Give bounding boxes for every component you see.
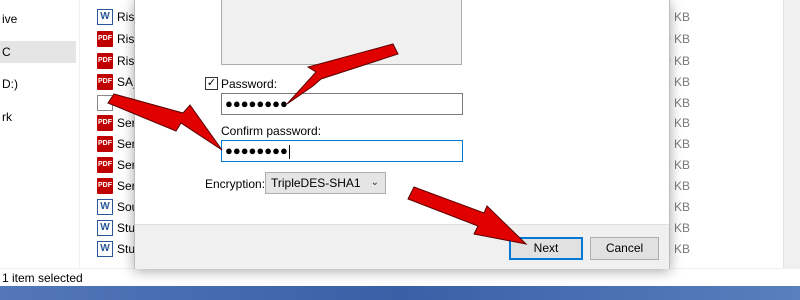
dialog-body: ✓ Password: ●●●●●●●● Confirm password: ●…	[135, 0, 669, 224]
list-item[interactable]: PDF Ser	[97, 175, 136, 197]
encrypt-export-dialog: ✓ Password: ●●●●●●●● Confirm password: ●…	[134, 0, 670, 269]
list-item[interactable]: W Stu	[97, 217, 135, 239]
confirm-password-input[interactable]: ●●●●●●●●	[221, 140, 463, 162]
word-doc-icon: W	[97, 9, 113, 25]
list-item[interactable]: PDF Ser	[97, 133, 136, 155]
nav-item-network[interactable]: rk	[0, 106, 76, 128]
file-name: Stu	[117, 242, 136, 256]
word-doc-icon: W	[97, 220, 113, 236]
file-name: Ser	[117, 179, 136, 193]
checkmark-icon: ✓	[206, 77, 217, 89]
password-value: ●●●●●●●●	[225, 96, 288, 111]
text-file-icon	[97, 95, 113, 111]
password-input[interactable]: ●●●●●●●●	[221, 93, 463, 115]
text-caret	[288, 144, 290, 159]
next-button[interactable]: Next	[509, 237, 583, 260]
word-doc-icon: W	[97, 199, 113, 215]
word-doc-icon: W	[97, 241, 113, 257]
status-text: 1 item selected	[2, 271, 83, 285]
confirm-password-value: ●●●●●●●●	[225, 143, 288, 158]
nav-item-pc[interactable]: C	[0, 41, 76, 63]
file-name: Ser	[117, 137, 136, 151]
navigation-pane: ive C D:) rk	[0, 0, 80, 268]
list-item[interactable]: PDF Ser	[97, 154, 136, 176]
encryption-label: Encryption:	[205, 177, 266, 191]
file-name: Ser	[117, 116, 136, 130]
list-item[interactable]	[97, 92, 117, 114]
encryption-select[interactable]: TripleDES-SHA1 ⌄	[265, 172, 386, 194]
list-item[interactable]: PDF Ser	[97, 112, 136, 134]
list-item[interactable]: PDF Ris	[97, 50, 134, 72]
nav-item-drive[interactable]: ive	[0, 8, 76, 30]
cancel-button[interactable]: Cancel	[590, 237, 659, 260]
nav-item-d-drive[interactable]: D:)	[0, 73, 76, 95]
pdf-icon: PDF	[97, 178, 113, 194]
preview-area	[221, 0, 462, 65]
pdf-icon: PDF	[97, 31, 113, 47]
pdf-icon: PDF	[97, 157, 113, 173]
file-name: Ris	[117, 10, 135, 24]
dialog-footer: Next Cancel	[135, 224, 669, 269]
file-name: Ser	[117, 158, 136, 172]
file-name: Stu	[117, 221, 136, 235]
encryption-value: TripleDES-SHA1	[271, 176, 361, 190]
file-name: Ris	[117, 32, 135, 46]
pdf-icon: PDF	[97, 74, 113, 90]
list-item[interactable]: W Stu	[97, 238, 135, 260]
status-bar: 1 item selected	[0, 268, 800, 287]
taskbar	[0, 286, 800, 300]
list-item[interactable]: W Ris	[97, 6, 134, 28]
password-label: Password:	[221, 77, 278, 91]
chevron-down-icon: ⌄	[370, 177, 379, 188]
pdf-icon: PDF	[97, 136, 113, 152]
list-item[interactable]: W Sou	[97, 196, 138, 218]
vertical-scrollbar[interactable]	[783, 0, 800, 268]
pdf-icon: PDF	[97, 115, 113, 131]
pdf-icon: PDF	[97, 53, 113, 69]
password-checkbox[interactable]: ✓	[205, 77, 218, 90]
list-item[interactable]: PDF Ris	[97, 28, 134, 50]
file-name: Ris	[117, 54, 135, 68]
confirm-password-label: Confirm password:	[221, 124, 322, 138]
